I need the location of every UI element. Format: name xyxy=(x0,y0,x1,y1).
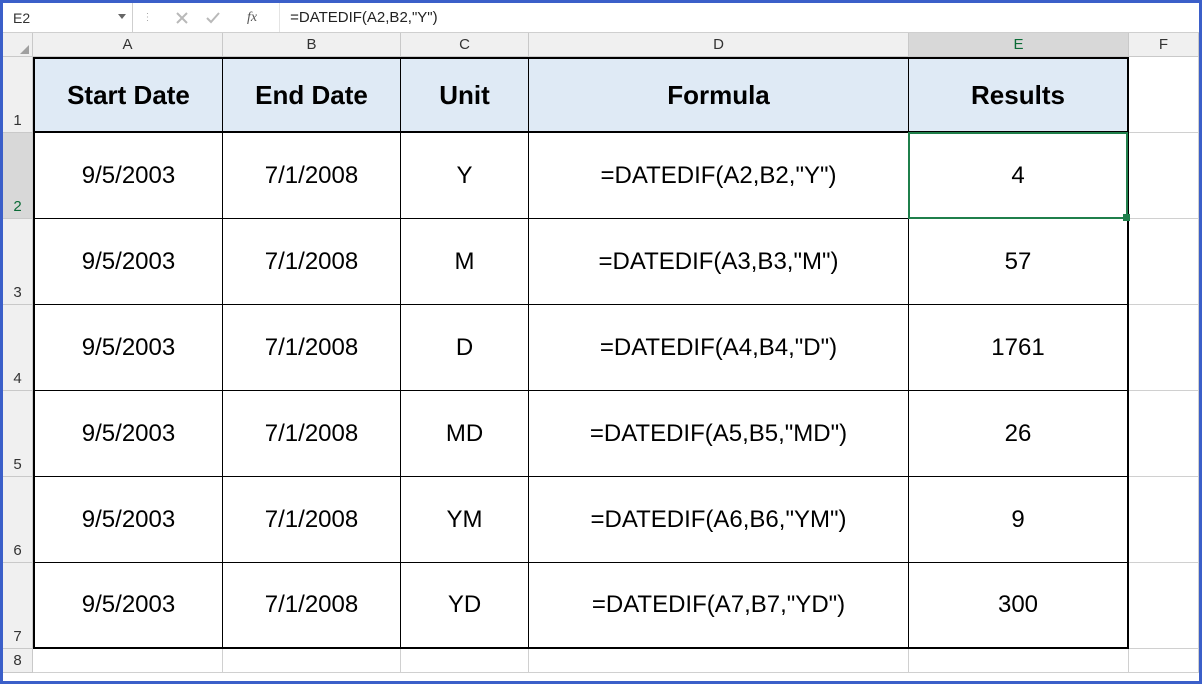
cell-F1[interactable] xyxy=(1129,57,1199,133)
header-start-date[interactable]: Start Date xyxy=(33,57,223,133)
cell-B7[interactable]: 7/1/2008 xyxy=(223,563,401,649)
cell-F6[interactable] xyxy=(1129,477,1199,563)
cell-B8[interactable] xyxy=(223,649,401,673)
cell-E8[interactable] xyxy=(909,649,1129,673)
row-5: 5 9/5/2003 7/1/2008 MD =DATEDIF(A5,B5,"M… xyxy=(3,391,1199,477)
column-header-C[interactable]: C xyxy=(401,33,529,56)
select-all-corner[interactable] xyxy=(3,33,33,56)
cell-B5[interactable]: 7/1/2008 xyxy=(223,391,401,477)
row-6: 6 9/5/2003 7/1/2008 YM =DATEDIF(A6,B6,"Y… xyxy=(3,477,1199,563)
cell-E5[interactable]: 26 xyxy=(909,391,1129,477)
column-header-F[interactable]: F xyxy=(1129,33,1199,56)
row-header-7[interactable]: 7 xyxy=(3,563,33,649)
row-7: 7 9/5/2003 7/1/2008 YD =DATEDIF(A7,B7,"Y… xyxy=(3,563,1199,649)
cell-B2[interactable]: 7/1/2008 xyxy=(223,133,401,219)
cell-E3[interactable]: 57 xyxy=(909,219,1129,305)
cell-E6[interactable]: 9 xyxy=(909,477,1129,563)
check-icon[interactable] xyxy=(205,11,221,25)
cell-F7[interactable] xyxy=(1129,563,1199,649)
cell-D4[interactable]: =DATEDIF(A4,B4,"D") xyxy=(529,305,909,391)
cell-D8[interactable] xyxy=(529,649,909,673)
header-formula[interactable]: Formula xyxy=(529,57,909,133)
header-unit[interactable]: Unit xyxy=(401,57,529,133)
header-results[interactable]: Results xyxy=(909,57,1129,133)
row-8: 8 xyxy=(3,649,1199,673)
cell-C6[interactable]: YM xyxy=(401,477,529,563)
cell-E2[interactable]: 4 xyxy=(909,133,1129,219)
cancel-icon[interactable] xyxy=(175,11,189,25)
cell-D3[interactable]: =DATEDIF(A3,B3,"M") xyxy=(529,219,909,305)
cell-F4[interactable] xyxy=(1129,305,1199,391)
formula-bar: E2 ⋮ fx =DATEDIF(A2,B2,"Y") xyxy=(3,3,1199,33)
cell-F8[interactable] xyxy=(1129,649,1199,673)
row-header-8[interactable]: 8 xyxy=(3,649,33,673)
cell-F5[interactable] xyxy=(1129,391,1199,477)
cell-A8[interactable] xyxy=(33,649,223,673)
column-header-B[interactable]: B xyxy=(223,33,401,56)
name-box-value: E2 xyxy=(13,10,30,26)
cell-E4[interactable]: 1761 xyxy=(909,305,1129,391)
cell-B6[interactable]: 7/1/2008 xyxy=(223,477,401,563)
cell-D7[interactable]: =DATEDIF(A7,B7,"YD") xyxy=(529,563,909,649)
row-header-6[interactable]: 6 xyxy=(3,477,33,563)
cell-C4[interactable]: D xyxy=(401,305,529,391)
formula-bar-grip[interactable]: ⋮ xyxy=(133,12,163,23)
cell-C5[interactable]: MD xyxy=(401,391,529,477)
column-headers: A B C D E F xyxy=(3,33,1199,57)
header-end-date[interactable]: End Date xyxy=(223,57,401,133)
row-1: 1 Start Date End Date Unit Formula Resul… xyxy=(3,57,1199,133)
row-4: 4 9/5/2003 7/1/2008 D =DATEDIF(A4,B4,"D"… xyxy=(3,305,1199,391)
grid-rows: 1 Start Date End Date Unit Formula Resul… xyxy=(3,57,1199,673)
insert-function-button[interactable]: fx xyxy=(237,10,267,26)
cell-C7[interactable]: YD xyxy=(401,563,529,649)
row-3: 3 9/5/2003 7/1/2008 M =DATEDIF(A3,B3,"M"… xyxy=(3,219,1199,305)
column-header-D[interactable]: D xyxy=(529,33,909,56)
cell-A6[interactable]: 9/5/2003 xyxy=(33,477,223,563)
row-header-5[interactable]: 5 xyxy=(3,391,33,477)
cell-C2[interactable]: Y xyxy=(401,133,529,219)
formula-input[interactable]: =DATEDIF(A2,B2,"Y") xyxy=(280,3,1199,32)
column-header-A[interactable]: A xyxy=(33,33,223,56)
cell-B4[interactable]: 7/1/2008 xyxy=(223,305,401,391)
row-header-1[interactable]: 1 xyxy=(3,57,33,133)
cell-F3[interactable] xyxy=(1129,219,1199,305)
cell-A7[interactable]: 9/5/2003 xyxy=(33,563,223,649)
row-header-4[interactable]: 4 xyxy=(3,305,33,391)
cell-B3[interactable]: 7/1/2008 xyxy=(223,219,401,305)
cell-D5[interactable]: =DATEDIF(A5,B5,"MD") xyxy=(529,391,909,477)
row-header-3[interactable]: 3 xyxy=(3,219,33,305)
row-header-2[interactable]: 2 xyxy=(3,133,33,219)
column-header-E[interactable]: E xyxy=(909,33,1129,56)
row-2: 2 9/5/2003 7/1/2008 Y =DATEDIF(A2,B2,"Y"… xyxy=(3,133,1199,219)
cell-A3[interactable]: 9/5/2003 xyxy=(33,219,223,305)
cell-C8[interactable] xyxy=(401,649,529,673)
cell-D6[interactable]: =DATEDIF(A6,B6,"YM") xyxy=(529,477,909,563)
cell-D2[interactable]: =DATEDIF(A2,B2,"Y") xyxy=(529,133,909,219)
cell-A2[interactable]: 9/5/2003 xyxy=(33,133,223,219)
cell-C3[interactable]: M xyxy=(401,219,529,305)
cell-A5[interactable]: 9/5/2003 xyxy=(33,391,223,477)
cell-F2[interactable] xyxy=(1129,133,1199,219)
worksheet: A B C D E F 1 Start Date End Date Unit F… xyxy=(3,33,1199,673)
formula-bar-buttons: fx xyxy=(163,3,280,32)
cell-E7[interactable]: 300 xyxy=(909,563,1129,649)
chevron-down-icon[interactable] xyxy=(118,14,126,19)
name-box[interactable]: E2 xyxy=(3,3,133,32)
cell-A4[interactable]: 9/5/2003 xyxy=(33,305,223,391)
